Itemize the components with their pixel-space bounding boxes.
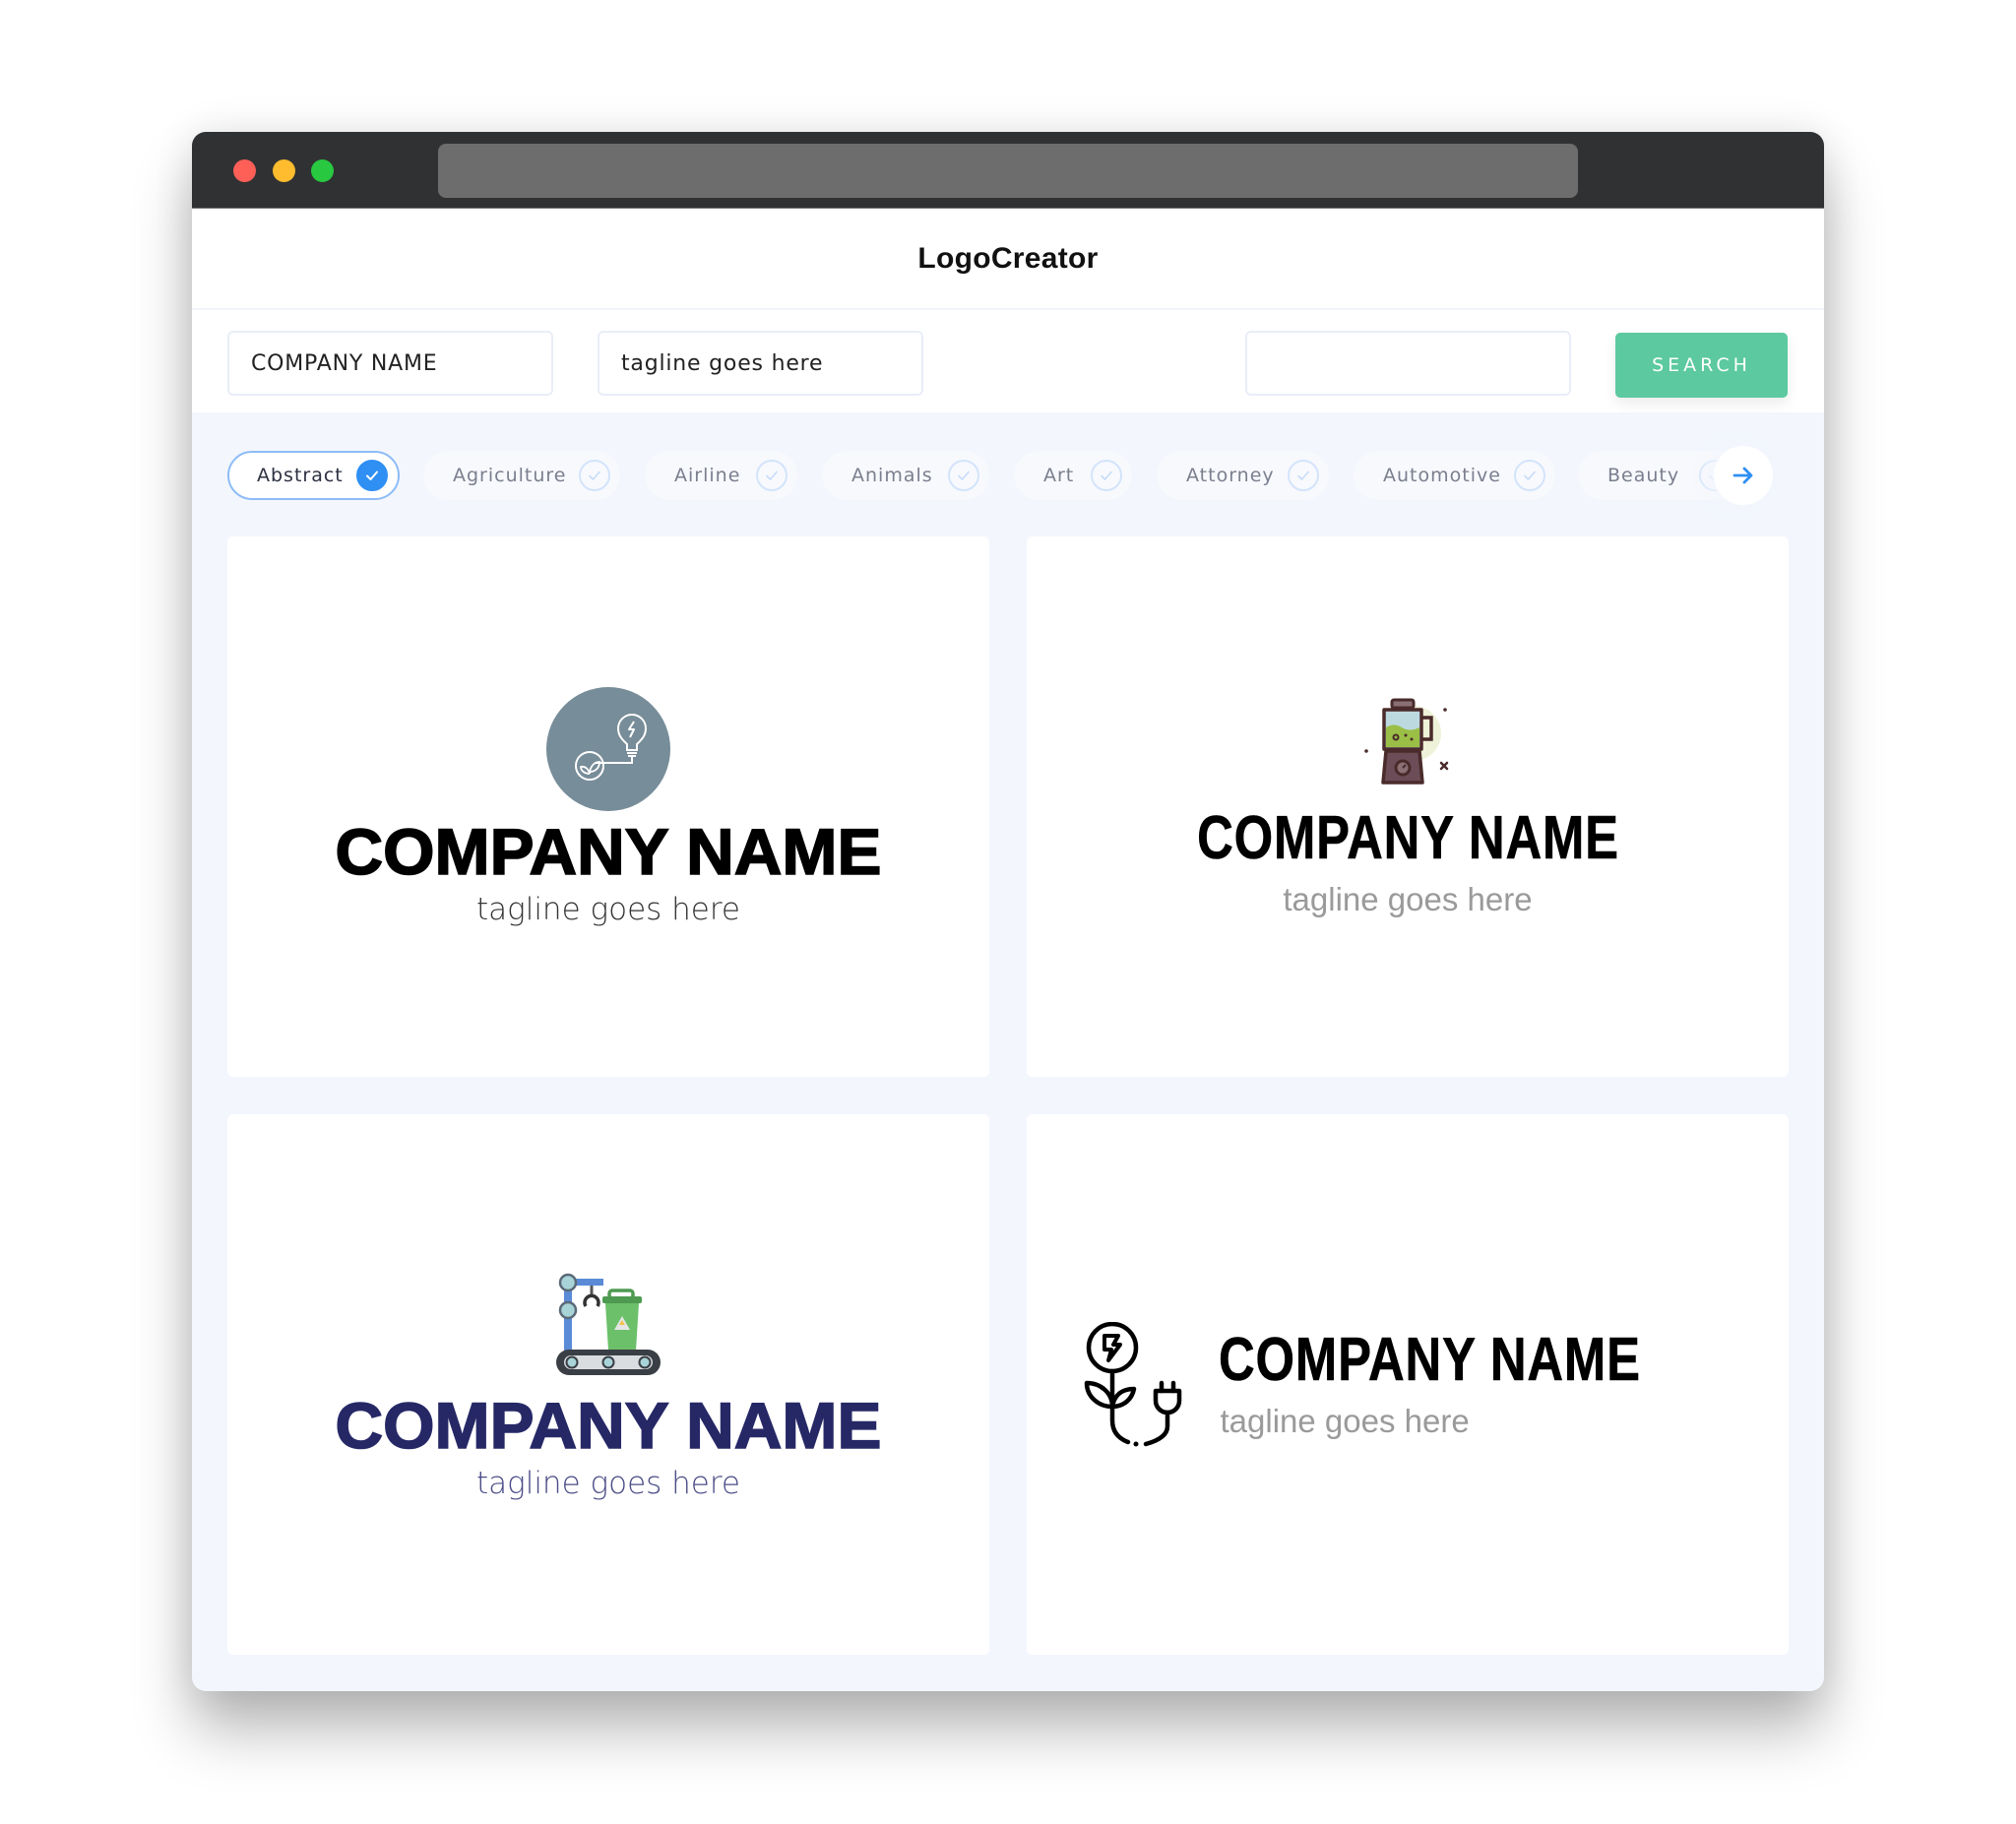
category-chip-animals[interactable]: Animals: [822, 451, 989, 500]
lightbulb-plant-icon: [545, 686, 670, 811]
tagline-value: tagline goes here: [621, 350, 824, 376]
logo-preview: COMPANY NAME tagline goes here: [1151, 696, 1666, 918]
category-chips: Abstract Agriculture Airline Animals Art…: [192, 412, 1747, 521]
logo-tagline: tagline goes here: [475, 891, 741, 927]
plant-plug-icon: [1084, 1321, 1181, 1446]
title-bar: [192, 132, 1824, 209]
company-name-value: COMPANY NAME: [251, 350, 438, 376]
logo-company-name: COMPANY NAME: [1218, 1325, 1641, 1394]
category-chip-label: Automotive: [1383, 465, 1501, 486]
address-bar[interactable]: [438, 144, 1578, 198]
category-chip-agriculture[interactable]: Agriculture: [423, 451, 620, 500]
category-chip-attorney[interactable]: Attorney: [1157, 451, 1329, 500]
search-button[interactable]: SEARCH: [1615, 333, 1788, 398]
logo-card[interactable]: COMPANY NAME tagline goes here: [227, 1114, 989, 1655]
logo-card[interactable]: COMPANY NAME tagline goes here: [1027, 1114, 1789, 1655]
category-chip-automotive[interactable]: Automotive: [1354, 451, 1555, 500]
tagline-input[interactable]: tagline goes here: [598, 331, 923, 396]
logo-text: COMPANY NAME tagline goes here: [1218, 1325, 1733, 1440]
logo-preview: COMPANY NAME tagline goes here: [335, 686, 882, 927]
category-chip-label: Airline: [674, 465, 741, 486]
check-icon: [1091, 460, 1122, 491]
logo-tagline: tagline goes here: [475, 1465, 741, 1501]
logo-company-name: COMPANY NAME: [1196, 803, 1619, 872]
next-categories-button[interactable]: [1714, 446, 1773, 505]
category-chip-label: Art: [1043, 465, 1075, 486]
check-icon: [1288, 460, 1319, 491]
check-icon: [579, 460, 610, 491]
check-icon: [356, 460, 388, 491]
close-window-button[interactable]: [233, 159, 256, 182]
category-chip-art[interactable]: Art: [1014, 451, 1132, 500]
logo-preview: COMPANY NAME tagline goes here: [1083, 1321, 1733, 1448]
category-chip-label: Animals: [851, 465, 933, 486]
logo-tagline: tagline goes here: [1283, 880, 1533, 917]
category-chip-label: Abstract: [257, 465, 344, 486]
app-header: LogoCreator: [192, 209, 1824, 309]
search-query-input[interactable]: [1245, 331, 1571, 396]
blender-icon: [1364, 698, 1449, 785]
browser-window: LogoCreator COMPANY NAME tagline goes he…: [192, 132, 1824, 1691]
category-chip-airline[interactable]: Airline: [645, 451, 797, 500]
company-name-input[interactable]: COMPANY NAME: [227, 331, 553, 396]
logo-preview: COMPANY NAME tagline goes here: [335, 1269, 882, 1501]
maximize-window-button[interactable]: [311, 159, 334, 182]
category-chip-label: Agriculture: [453, 465, 567, 486]
logo-card[interactable]: COMPANY NAME tagline goes here: [1027, 536, 1789, 1077]
logo-card[interactable]: COMPANY NAME tagline goes here: [227, 536, 989, 1077]
logo-tagline: tagline goes here: [1220, 1402, 1470, 1439]
check-icon: [948, 460, 979, 491]
app-title: LogoCreator: [917, 241, 1099, 275]
check-icon: [756, 460, 788, 491]
check-icon: [1514, 460, 1545, 491]
category-chip-abstract[interactable]: Abstract: [227, 451, 400, 500]
logo-company-name: COMPANY NAME: [335, 814, 882, 888]
recycling-conveyor-icon: [555, 1273, 661, 1375]
minimize-window-button[interactable]: [273, 159, 295, 182]
search-bar: COMPANY NAME tagline goes here SEARCH: [192, 310, 1824, 412]
arrow-right-icon: [1732, 467, 1753, 484]
category-chip-label: Attorney: [1186, 465, 1275, 486]
category-filter-bar: Abstract Agriculture Airline Animals Art…: [192, 412, 1824, 521]
logo-company-name: COMPANY NAME: [335, 1388, 882, 1462]
category-chip-label: Beauty: [1607, 465, 1680, 486]
